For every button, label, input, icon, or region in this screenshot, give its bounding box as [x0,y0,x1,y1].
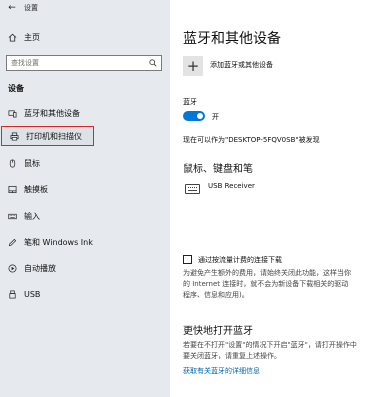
autoplay-icon [0,264,24,273]
metered-desc-line: 程序、信息和应用)。 [183,291,249,299]
sidebar-item-autoplay[interactable]: 自动播放 [0,258,170,278]
home-label: 主页 [24,32,40,42]
sidebar-item-label: 输入 [24,211,40,221]
plus-icon: + [186,57,200,75]
discoverable-text: 现在可以作为"DESKTOP-5FQV0SB"被发现 [183,136,320,144]
mouse-keyboard-pen-heading: 鼠标、键盘和笔 [183,164,253,175]
bluetooth-more-info-link[interactable]: 获取有关蓝牙的详细信息 [183,366,260,376]
sidebar-item-label: 打印机和扫描仪 [26,131,82,141]
quick-desc-line: 若要在不打开"设置"的情况下开启"蓝牙"，请打开操作中 [183,341,357,349]
main-content: 蓝牙和其他设备 + 添加蓝牙或其他设备 蓝牙 开 现在可以作为"DESKTOP-… [170,0,375,397]
sidebar-item-label: 笔和 Windows Ink [24,237,93,247]
sidebar-item-bluetooth[interactable]: 蓝牙和其他设备 [0,103,170,123]
quick-bluetooth-heading: 更快地打开蓝牙 [183,326,253,337]
metered-download-label[interactable]: 通过按流量计费的连接下载 [198,255,282,265]
page-title: 蓝牙和其他设备 [183,31,281,47]
sidebar-item-touchpad[interactable]: 触摸板 [0,179,170,199]
sidebar-item-label: 自动播放 [24,263,56,273]
keyboard-device-icon [185,184,200,194]
metered-download-checkbox[interactable] [183,255,192,264]
sidebar-item-label: 蓝牙和其他设备 [24,108,80,118]
bluetooth-toggle[interactable] [183,111,205,121]
sidebar-item-label: 鼠标 [24,158,40,168]
metered-desc-line: 为避免产生额外的费用，请始终关闭此功能，这样当你 [183,269,351,277]
sidebar-item-pen[interactable]: 笔和 Windows Ink [0,232,170,252]
printer-icon [2,132,26,141]
quick-desc-line: 要关闭蓝牙，请重复上述操作。 [183,352,281,360]
mouse-icon [0,159,24,168]
home-nav[interactable]: 主页 [0,28,170,46]
bluetooth-toggle-state: 开 [212,113,219,121]
add-device-label[interactable]: 添加蓝牙或其他设备 [210,60,273,70]
search-input[interactable] [7,56,145,70]
sidebar-item-label: 触摸板 [24,184,48,194]
home-icon [0,33,24,42]
title-bar: ← 设置 [0,0,170,16]
metered-desc-line: 的 Internet 连接时，就不会为新设备下载相关的驱动 [183,280,349,288]
pen-icon [0,238,24,247]
sidebar-item-typing[interactable]: 输入 [0,206,170,226]
sidebar-item-label: USB [24,289,41,299]
back-arrow-icon[interactable]: ← [0,3,24,13]
bluetooth-devices-icon [0,109,24,118]
search-box[interactable] [6,55,162,71]
window-title: 设置 [24,4,38,12]
section-devices-label: 设备 [8,84,24,93]
sidebar-item-mouse[interactable]: 鼠标 [0,153,170,173]
settings-sidebar: ← 设置 主页 设备 蓝牙和其他设备 打印机和扫描仪 鼠标 [0,0,170,397]
usb-icon [0,290,24,299]
bluetooth-label: 蓝牙 [183,98,197,106]
touchpad-icon [0,185,24,194]
keyboard-icon [0,212,24,221]
search-icon[interactable] [145,59,161,67]
device-name[interactable]: USB Receiver [208,182,255,190]
add-device-button[interactable]: + [183,56,203,76]
sidebar-item-printers[interactable]: 打印机和扫描仪 [1,126,94,146]
sidebar-item-usb[interactable]: USB [0,284,170,304]
